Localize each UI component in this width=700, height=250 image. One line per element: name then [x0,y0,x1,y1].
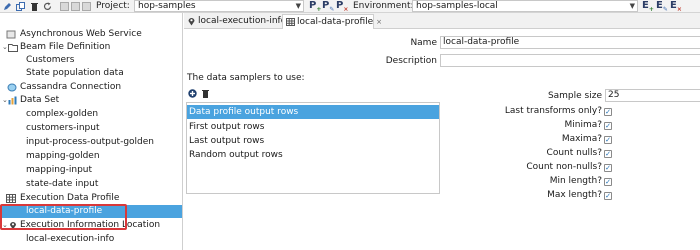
chevron-down-icon: ▼ [295,2,301,10]
save-as-icon[interactable] [71,2,80,11]
folder-icon [8,43,18,52]
environment-value: hop-samples-local [416,1,498,11]
editor-tabs: local-execution-info local-data-profile × [184,13,700,29]
location-pin-icon [187,16,196,26]
count-non-nulls-label: Count non-nulls? [526,162,602,172]
tree-item-state-date-input[interactable]: state-date input [0,178,182,191]
refresh-icon[interactable] [43,2,52,11]
project-value: hop-samples [138,1,196,11]
new-pipeline-icon[interactable]: P+ [309,0,321,13]
tree-item-customers[interactable]: Customers [0,54,182,67]
tree-item-complex-golden[interactable]: complex-golden [0,108,182,121]
list-item[interactable]: First output rows [187,120,439,134]
minima-checkbox[interactable]: ✓ [604,122,612,130]
samplers-list: Data profile output rows First output ro… [186,102,440,194]
project-select[interactable]: hop-samples ▼ [134,0,304,12]
description-label: Description [385,56,437,66]
tree-item-cassandra-connection[interactable]: Cassandra Connection [0,81,182,94]
sample-size-label: Sample size [547,91,602,101]
maxima-label: Maxima? [561,134,602,144]
sample-size-input[interactable]: 25 [605,89,700,102]
max-length-label: Max length? [547,190,602,200]
tree-item-label: mapping-input [26,165,93,175]
tree-item-label: State population data [26,68,124,78]
duplicate-icon[interactable] [16,2,25,11]
tree-item-label: complex-golden [26,109,99,119]
chevron-down-icon: ▼ [629,2,635,10]
delete-icon[interactable] [201,89,210,98]
last-transforms-only-checkbox[interactable]: ✓ [604,108,612,116]
chevron-down-icon[interactable]: ⌄ [2,94,8,107]
tree-item-beam-file-definition[interactable]: ⌄ Beam File Definition [0,41,182,54]
tree-item-asynchronous-web-service[interactable]: Asynchronous Web Service [0,28,182,41]
data-set-icon [8,96,18,105]
max-length-checkbox[interactable]: ✓ [604,192,612,200]
maxima-checkbox[interactable]: ✓ [604,136,612,144]
tree-item-label: local-execution-info [26,234,115,244]
tree-item-label: state-date input [26,179,99,189]
name-label: Name [410,38,437,48]
edit-icon[interactable] [3,2,12,11]
tree-item-label: input-process-output-golden [26,137,155,147]
count-non-nulls-checkbox[interactable]: ✓ [604,164,612,172]
tree-item-local-execution-info[interactable]: local-execution-info [0,233,182,246]
save-icon[interactable] [60,2,69,11]
main-toolbar: Project: hop-samples ▼ P+ P✎ P× Environm… [0,0,700,13]
cassandra-icon [7,83,17,92]
project-label: Project: [96,1,130,11]
tree-item-label: Data Set [20,95,60,105]
delete-environment-icon[interactable]: E× [670,0,682,13]
tree-item-mapping-input[interactable]: mapping-input [0,164,182,177]
tree-item-label: Cassandra Connection [20,82,122,92]
tree-item-state-population-data[interactable]: State population data [0,67,182,80]
edit-pipeline-icon[interactable]: P✎ [322,0,334,13]
environment-select[interactable]: hop-samples-local ▼ [412,0,638,12]
list-item[interactable]: Random output rows [187,148,439,162]
min-length-checkbox[interactable]: ✓ [604,178,612,186]
tree-item-mapping-golden[interactable]: mapping-golden [0,150,182,163]
tree-item-label: Beam File Definition [20,42,111,52]
tree-item-data-set[interactable]: ⌄ Data Set [0,94,182,107]
data-profile-grid-icon [286,17,295,27]
tree-item-label: customers-input [26,123,100,133]
list-item[interactable]: Data profile output rows [187,105,439,119]
tree-item-label: Customers [26,55,75,65]
new-environment-icon[interactable]: E+ [642,0,654,13]
tab-local-data-profile[interactable]: local-data-profile × [282,14,382,29]
last-transforms-only-label: Last transforms only? [504,106,602,116]
tree-item-input-process-output-golden[interactable]: input-process-output-golden [0,136,182,149]
open-icon[interactable] [82,2,91,11]
chevron-down-icon[interactable]: ⌄ [2,41,8,54]
delete-pipeline-icon[interactable]: P× [336,0,348,13]
edit-environment-icon[interactable]: E✎ [656,0,668,13]
annotation-highlight [0,204,127,230]
count-nulls-label: Count nulls? [546,148,602,158]
name-input[interactable]: local-data-profile [440,36,700,49]
data-profile-grid-icon [6,194,16,203]
list-item[interactable]: Last output rows [187,134,439,148]
tree-item-label: Asynchronous Web Service [20,29,142,39]
add-icon[interactable] [188,89,197,98]
environment-label: Environment: [353,1,414,11]
close-icon[interactable]: × [376,18,382,26]
tab-label: local-execution-info [198,16,287,26]
tree-item-customers-input[interactable]: customers-input [0,122,182,135]
tree-item-label: mapping-golden [26,151,100,161]
delete-icon[interactable] [30,2,39,11]
description-input[interactable] [440,54,700,67]
web-service-icon [6,30,16,39]
minima-label: Minima? [564,120,602,130]
metadata-tree: Asynchronous Web Service ⌄ Beam File Def… [0,13,183,250]
tab-local-execution-info[interactable]: local-execution-info [184,14,286,29]
count-nulls-checkbox[interactable]: ✓ [604,150,612,158]
tab-label: local-data-profile [297,17,374,27]
samplers-heading: The data samplers to use: [187,73,305,83]
min-length-label: Min length? [549,176,602,186]
